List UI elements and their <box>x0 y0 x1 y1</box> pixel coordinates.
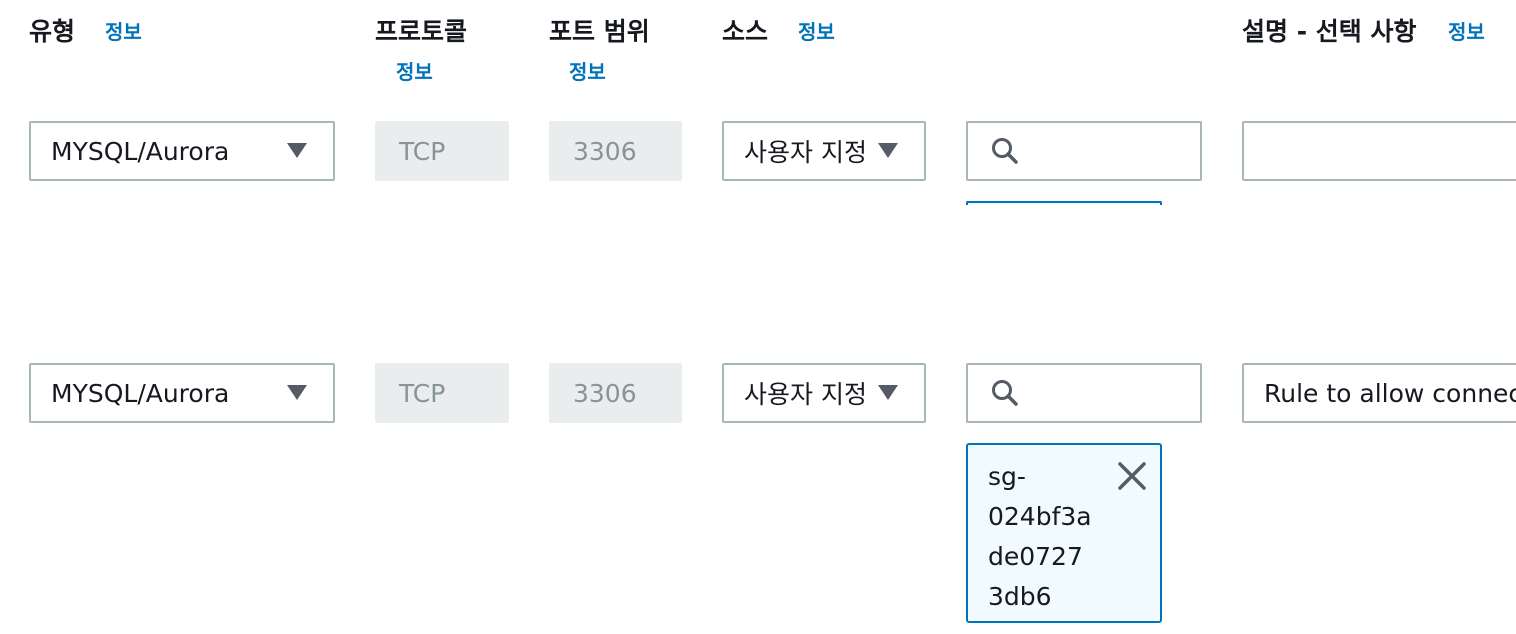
description-input[interactable]: Rule to allow connec <box>1242 363 1516 423</box>
port-range-field: 3306 <box>549 363 682 423</box>
source-token-label: sg- 024bf3a de0727 3db6 <box>988 457 1092 617</box>
caret-down-icon <box>287 385 307 400</box>
info-link-port-range[interactable]: 정보 <box>569 56 606 85</box>
info-link-protocol[interactable]: 정보 <box>396 56 433 85</box>
info-link-description[interactable]: 정보 <box>1448 16 1485 45</box>
source-token: sg- 024bf3a de0727 3db6 <box>966 443 1162 623</box>
caret-down-icon <box>878 385 898 400</box>
protocol-field: TCP <box>375 363 509 423</box>
source-type-select[interactable]: 사용자 지정 <box>722 121 926 181</box>
protocol-field: TCP <box>375 121 509 181</box>
header-description: 설명 - 선택 사항 <box>1242 17 1417 46</box>
source-token-line: 3db6 <box>988 582 1052 611</box>
header-source: 소스 <box>722 17 769 46</box>
port-range-field: 3306 <box>549 121 682 181</box>
type-select[interactable]: MYSQL/Aurora <box>29 121 335 181</box>
description-value: Rule to allow connec <box>1264 378 1516 408</box>
caret-down-icon <box>878 143 898 158</box>
protocol-value: TCP <box>399 378 446 408</box>
source-type-select[interactable]: 사용자 지정 <box>722 363 926 423</box>
info-link-source[interactable]: 정보 <box>798 16 835 45</box>
description-input[interactable] <box>1242 121 1516 181</box>
source-token-line: 024bf3a <box>988 502 1092 531</box>
caret-down-icon <box>287 143 307 158</box>
source-search-input[interactable] <box>966 121 1202 181</box>
port-range-value: 3306 <box>573 378 637 408</box>
inbound-rules-editor: 유형 정보 프로토콜 정보 포트 범위 정보 소스 정보 설명 - 선택 사항 … <box>0 0 1516 634</box>
port-range-value: 3306 <box>573 136 637 166</box>
header-type: 유형 <box>29 17 76 46</box>
source-type-value: 사용자 지정 <box>744 138 867 167</box>
source-type-value: 사용자 지정 <box>744 380 867 409</box>
source-token-line: sg- <box>988 462 1026 491</box>
close-icon[interactable] <box>1117 461 1147 491</box>
type-select-value: MYSQL/Aurora <box>51 378 230 408</box>
info-link-type[interactable]: 정보 <box>105 16 142 45</box>
search-icon <box>992 380 1018 406</box>
header-port-range: 포트 범위 <box>549 17 650 46</box>
search-icon <box>992 138 1018 164</box>
type-select-value: MYSQL/Aurora <box>51 136 230 166</box>
source-search-input[interactable] <box>966 363 1202 423</box>
source-token-edge <box>966 201 1162 205</box>
protocol-value: TCP <box>399 136 446 166</box>
type-select[interactable]: MYSQL/Aurora <box>29 363 335 423</box>
source-token-line: de0727 <box>988 542 1083 571</box>
header-protocol: 프로토콜 <box>375 17 468 46</box>
